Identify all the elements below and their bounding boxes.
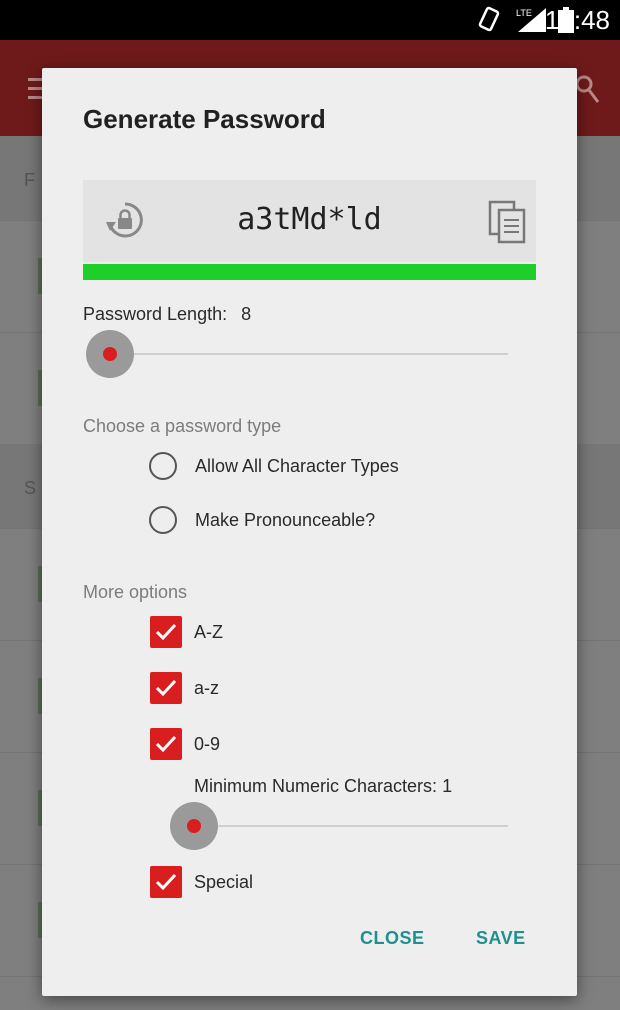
password-strength-bar (83, 264, 536, 280)
password-length-row: Password Length: 8 (83, 304, 251, 325)
network-type-label: LTE (516, 8, 532, 18)
more-options-label: More options (83, 582, 188, 602)
checkbox-digits-box[interactable] (150, 728, 182, 760)
password-length-value: 8 (241, 304, 252, 324)
min-numeric-slider-track (170, 825, 508, 827)
copy-icon[interactable] (488, 200, 528, 244)
min-numeric-slider[interactable] (170, 802, 508, 850)
password-length-label: Password Length: (83, 304, 228, 324)
checkbox-lowercase-label: a-z (194, 678, 220, 698)
radio-allow-all-types[interactable]: Allow All Character Types (149, 450, 469, 486)
radio-allow-all-types-button[interactable] (149, 452, 177, 480)
checkmark-icon (155, 873, 177, 891)
menu-icon (28, 78, 42, 99)
password-length-slider-track (86, 353, 508, 355)
status-time: 12:48 (544, 5, 610, 35)
radio-allow-all-types-label: Allow All Character Types (195, 456, 399, 476)
password-type-label: Choose a password type (83, 416, 282, 436)
generate-password-dialog: Generate Password a3tMd*ld Password Leng… (42, 68, 577, 996)
checkbox-lowercase-box[interactable] (150, 672, 182, 704)
checkmark-icon (155, 623, 177, 641)
background-header-letter: S (24, 478, 37, 498)
generated-password-text: a3tMd*ld (237, 202, 382, 237)
radio-make-pronounceable-label: Make Pronounceable? (195, 510, 376, 530)
checkbox-special-label: Special (194, 872, 254, 892)
checkbox-special[interactable]: Special (150, 866, 310, 902)
checkbox-digits-label: 0-9 (194, 734, 221, 754)
checkbox-digits[interactable]: 0-9 (150, 728, 310, 764)
status-bar: LTE 12:48 (0, 0, 620, 40)
rotate-icon (478, 6, 500, 32)
checkmark-icon (155, 735, 177, 753)
checkbox-uppercase-label: A-Z (194, 622, 223, 642)
password-strength-fill (83, 264, 536, 280)
checkmark-icon (155, 679, 177, 697)
password-length-slider-thumb[interactable] (86, 330, 134, 378)
min-numeric-row: Minimum Numeric Characters: 1 (194, 776, 452, 797)
checkbox-lowercase[interactable]: a-z (150, 672, 310, 708)
background-header-letter: F (24, 170, 35, 190)
radio-make-pronounceable-button[interactable] (149, 506, 177, 534)
min-numeric-value: 1 (442, 776, 453, 796)
dialog-title: Generate Password (83, 104, 326, 134)
search-icon (576, 75, 600, 103)
checkbox-uppercase-box[interactable] (150, 616, 182, 648)
checkbox-uppercase[interactable]: A-Z (150, 616, 310, 652)
close-button[interactable]: CLOSE (360, 928, 425, 949)
min-numeric-slider-thumb[interactable] (170, 802, 218, 850)
min-numeric-label: Minimum Numeric Characters: (194, 776, 438, 796)
generated-password-box: a3tMd*ld (83, 180, 536, 262)
password-length-slider[interactable] (86, 330, 508, 378)
checkbox-special-box[interactable] (150, 866, 182, 898)
radio-make-pronounceable[interactable]: Make Pronounceable? (149, 504, 469, 540)
save-button[interactable]: SAVE (476, 928, 526, 949)
